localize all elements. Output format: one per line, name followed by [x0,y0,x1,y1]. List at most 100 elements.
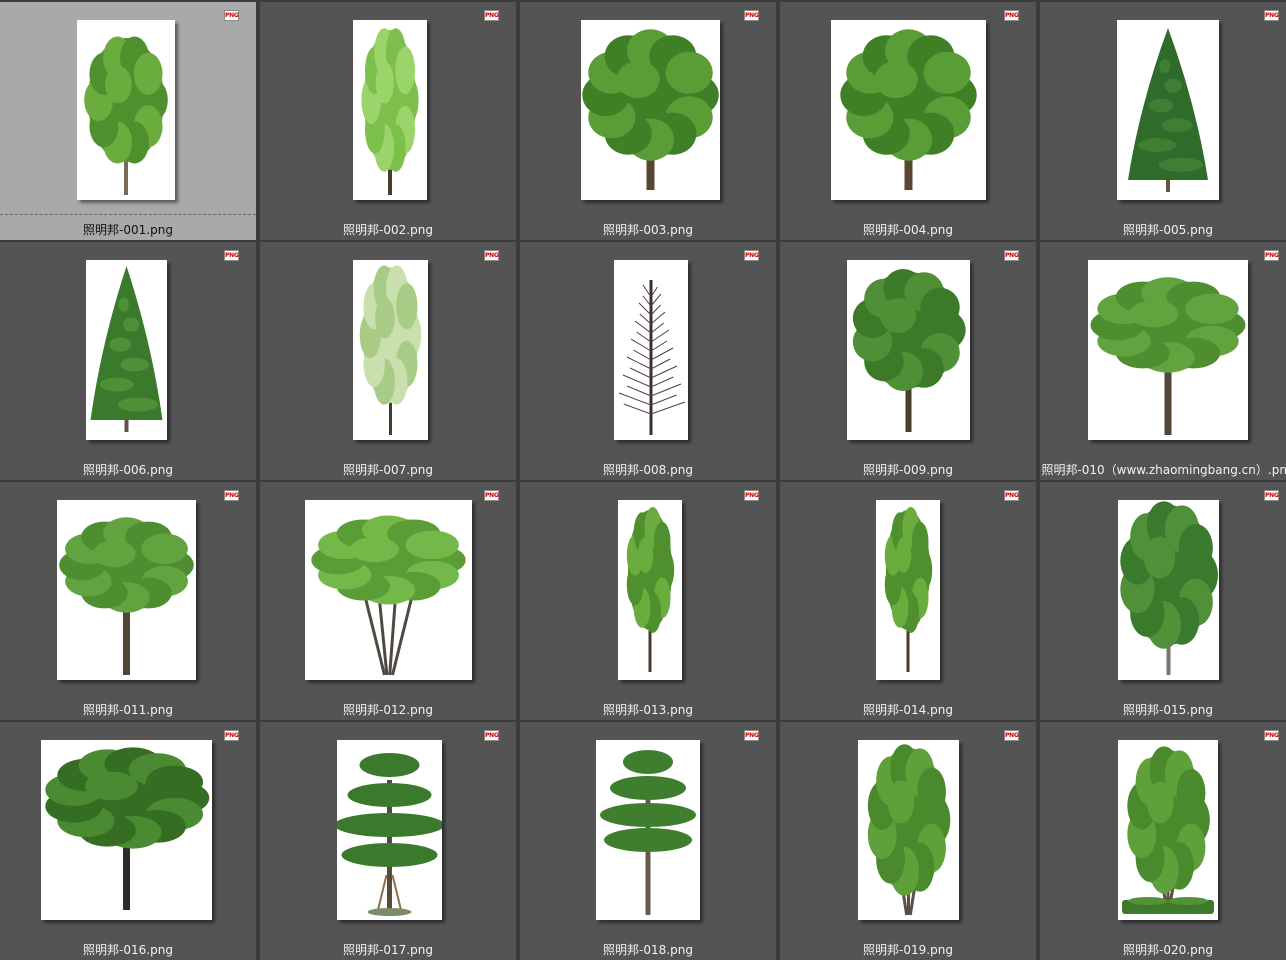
thumbnail-grid: PNG 照明邦-001.png PNG 照明邦-002.png PNG 照明邦-003.p… [0,0,1286,960]
tree-image [1128,28,1208,192]
png-file-icon: PNG [744,250,759,261]
file-name[interactable]: 照明邦-007.png [260,461,516,478]
png-file-icon: PNG [224,730,239,741]
file-tile[interactable]: PNG 照明邦-005.png [1040,2,1286,240]
file-name[interactable]: 照明邦-010（www.zhaomingbang.cn）.png [1040,461,1286,478]
file-tile[interactable]: PNG 照明邦-006.png [0,242,256,480]
file-thumbnail[interactable] [77,20,175,200]
file-tile[interactable]: PNG 照明邦-011.png [0,482,256,720]
file-tile[interactable]: PNG 照明邦-007.png [260,242,516,480]
file-thumbnail[interactable] [618,500,682,680]
tree-image [618,280,686,435]
png-file-icon: PNG [484,490,499,501]
png-file-icon: PNG [484,10,499,21]
file-name[interactable]: 照明邦-009.png [780,461,1036,478]
file-thumbnail[interactable] [596,740,700,920]
png-file-icon: PNG [484,250,499,261]
tree-image [626,507,675,672]
png-file-icon: PNG [744,490,759,501]
file-tile[interactable]: PNG 照明邦-016.png [0,722,256,960]
tree-image [867,744,951,916]
file-tile[interactable]: PNG 照明邦-014.png [780,482,1036,720]
file-name[interactable]: 照明邦-002.png [260,221,516,238]
file-name[interactable]: 照明邦-008.png [520,461,776,478]
png-file-icon: PNG [1264,730,1279,741]
png-file-icon: PNG [1004,730,1019,741]
png-file-icon: PNG [484,730,499,741]
tree-image [311,515,466,676]
file-name[interactable]: 照明邦-012.png [260,701,516,718]
file-name[interactable]: 照明邦-018.png [520,941,776,958]
file-thumbnail[interactable] [847,260,970,440]
png-file-icon: PNG [744,730,759,741]
tree-image [84,36,168,195]
file-tile[interactable]: PNG 照明邦-002.png [260,2,516,240]
file-tile[interactable]: PNG 照明邦-013.png [520,482,776,720]
file-tile[interactable]: PNG 照明邦-009.png [780,242,1036,480]
png-file-icon: PNG [224,250,239,261]
file-thumbnail[interactable] [337,740,442,920]
selection-outline [0,214,256,215]
file-thumbnail[interactable] [305,500,472,680]
tree-image [59,517,194,675]
file-thumbnail[interactable] [1117,20,1219,200]
file-name[interactable]: 照明邦-016.png [0,941,256,958]
file-name[interactable]: 照明邦-020.png [1040,941,1286,958]
file-tile[interactable]: PNG 照明邦-010（www.zhaomingbang.cn）.png [1040,242,1286,480]
file-name[interactable]: 照明邦-014.png [780,701,1036,718]
file-thumbnail[interactable] [86,260,167,440]
file-tile[interactable]: PNG 照明邦-020.png [1040,722,1286,960]
tree-image [840,29,977,190]
file-thumbnail[interactable] [1088,260,1248,440]
file-name[interactable]: 照明邦-019.png [780,941,1036,958]
file-name[interactable]: 照明邦-017.png [260,941,516,958]
tree-image [1090,277,1246,435]
file-tile[interactable]: PNG 照明邦-015.png [1040,482,1286,720]
file-thumbnail[interactable] [57,500,196,680]
tree-image [884,507,933,672]
file-name[interactable]: 照明邦-004.png [780,221,1036,238]
tree-image [600,750,696,915]
file-name[interactable]: 照明邦-003.png [520,221,776,238]
file-thumbnail[interactable] [353,20,427,200]
png-file-icon: PNG [1264,250,1279,261]
file-thumbnail[interactable] [1118,500,1219,680]
tree-image [582,29,719,190]
file-tile[interactable]: PNG 照明邦-017.png [260,722,516,960]
png-file-icon: PNG [1004,490,1019,501]
png-file-icon: PNG [1264,10,1279,21]
file-thumbnail[interactable] [614,260,688,440]
png-file-icon: PNG [1004,10,1019,21]
file-thumbnail[interactable] [831,20,986,200]
tree-image [337,753,442,916]
file-name[interactable]: 照明邦-005.png [1040,221,1286,238]
file-tile[interactable]: PNG 照明邦-001.png [0,2,256,240]
file-name[interactable]: 照明邦-011.png [0,701,256,718]
png-file-icon: PNG [224,490,239,501]
file-tile[interactable]: PNG 照明邦-004.png [780,2,1036,240]
file-name[interactable]: 照明邦-013.png [520,701,776,718]
file-tile[interactable]: PNG 照明邦-018.png [520,722,776,960]
png-file-icon: PNG [1264,490,1279,501]
tree-image [1122,746,1214,914]
tree-image [852,268,966,432]
file-thumbnail[interactable] [41,740,212,920]
file-thumbnail[interactable] [858,740,959,920]
file-thumbnail[interactable] [1118,740,1218,920]
tree-image [1120,501,1218,675]
tree-image [361,28,419,195]
file-name[interactable]: 照明邦-015.png [1040,701,1286,718]
file-tile[interactable]: PNG 照明邦-019.png [780,722,1036,960]
file-name[interactable]: 照明邦-001.png [0,221,256,238]
tree-image [359,265,422,435]
png-file-icon: PNG [1004,250,1019,261]
file-thumbnail[interactable] [581,20,720,200]
file-thumbnail[interactable] [876,500,940,680]
file-tile[interactable]: PNG 照明邦-003.png [520,2,776,240]
png-file-icon: PNG [224,10,239,21]
file-tile[interactable]: PNG 照明邦-008.png [520,242,776,480]
file-name[interactable]: 照明邦-006.png [0,461,256,478]
png-file-icon: PNG [744,10,759,21]
file-thumbnail[interactable] [353,260,428,440]
file-tile[interactable]: PNG 照明邦-012.png [260,482,516,720]
